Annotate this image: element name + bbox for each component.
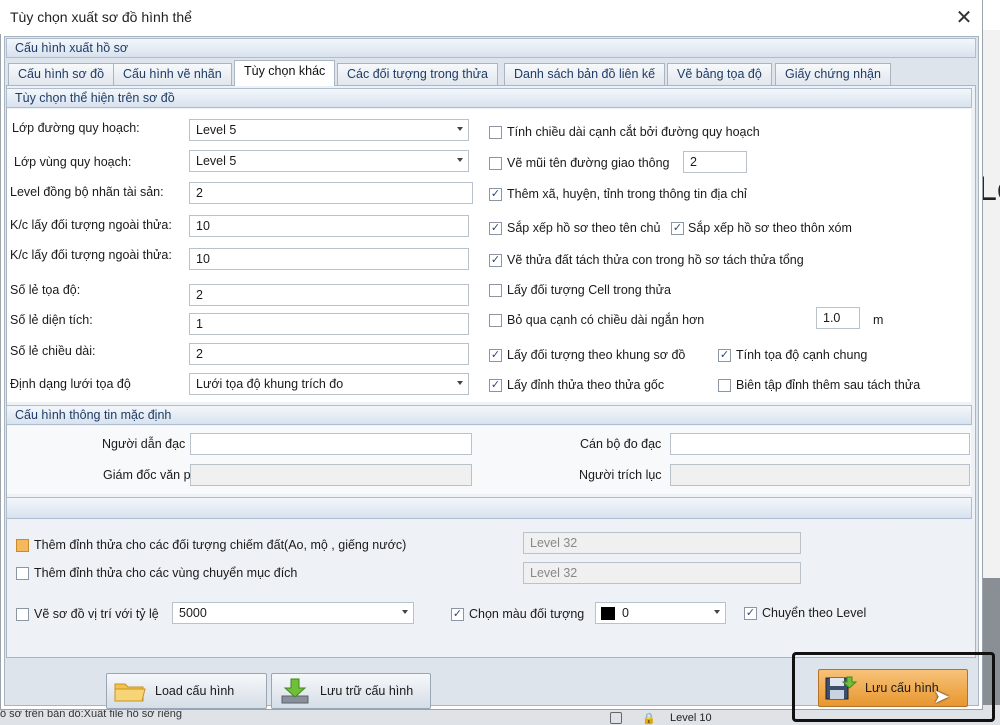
- label-kc-doi-tuong-1: K/c lấy đối tượng ngoài thửa:: [10, 218, 172, 232]
- skip-short-checkbox[interactable]: [489, 314, 502, 327]
- add-address-checkbox[interactable]: [489, 188, 502, 201]
- lop-duong-quy-hoach-select[interactable]: Level 5: [189, 119, 469, 141]
- dialog-title: Tùy chọn xuất sơ đồ hình thể: [10, 9, 192, 25]
- label-so-le-chieu-dai: Số lẻ chiều dài:: [10, 344, 96, 358]
- tab-so-do[interactable]: Cấu hình sơ đồ: [8, 63, 115, 85]
- color-select[interactable]: 0: [595, 602, 726, 624]
- scale-select[interactable]: 5000: [172, 602, 414, 624]
- add-vertex-purpose-label: Thêm đỉnh thửa cho các vùng chuyển mục đ…: [34, 566, 298, 580]
- kc-doi-tuong-2-input[interactable]: 10: [189, 248, 469, 270]
- origin-vertex-label: Lấy đỉnh thửa theo thửa gốc: [507, 378, 665, 392]
- chevron-down-icon: [714, 610, 720, 614]
- section-header-export-config: Cấu hình xuất hồ sơ: [6, 38, 976, 58]
- traffic-arrow-input[interactable]: 2: [683, 151, 747, 173]
- frame-object-label: Lấy đối tượng theo khung sơ đồ: [507, 348, 686, 362]
- add-vertex-occupy-label: Thêm đỉnh thửa cho các đối tượng chiếm đ…: [34, 538, 407, 552]
- dinh-dang-luoi-select[interactable]: Lưới tọa độ khung trích đo: [189, 373, 469, 395]
- label-lop-vung-quy-hoach: Lớp vùng quy hoạch:: [14, 155, 132, 169]
- label-kc-doi-tuong-2: K/c lấy đối tượng ngoài thửa:: [10, 248, 172, 262]
- skip-short-input[interactable]: 1.0: [816, 307, 860, 329]
- save-config-label: Lưu cấu hình: [865, 681, 939, 695]
- edit-vertex-label: Biên tập đỉnh thêm sau tách thửa: [736, 378, 921, 392]
- section-header-default-info: Cấu hình thông tin mặc định: [6, 405, 972, 425]
- sort-village-label: Sắp xếp hồ sơ theo thôn xóm: [688, 221, 852, 235]
- sort-owner-checkbox[interactable]: [489, 222, 502, 235]
- level-dong-bo-input[interactable]: 2: [189, 182, 473, 204]
- layer-icon: [610, 712, 622, 724]
- store-config-button[interactable]: Lưu trữ cấu hình: [271, 673, 431, 709]
- sort-village-checkbox[interactable]: [671, 222, 684, 235]
- close-icon: ✕: [955, 6, 973, 29]
- close-button[interactable]: ✕: [948, 2, 980, 32]
- sort-owner-label: Sắp xếp hồ sơ theo tên chủ: [507, 221, 661, 235]
- edit-vertex-checkbox[interactable]: [718, 379, 731, 392]
- background-level-indicator: 🔒 Level 10: [610, 712, 790, 725]
- cell-object-label: Lấy đối tượng Cell trong thửa: [507, 283, 671, 297]
- add-vertex-occupy-level[interactable]: Level 32: [523, 532, 801, 554]
- section-header-blank: [6, 497, 972, 519]
- tab-ban-do-lien-ke[interactable]: Danh sách bản đồ liên kế: [504, 63, 666, 85]
- traffic-arrow-checkbox[interactable]: [489, 157, 502, 170]
- draw-position-label: Vẽ sơ đồ vị trí với tỷ lệ: [34, 607, 159, 621]
- add-address-label: Thêm xã, huyện, tỉnh trong thông tin địa…: [507, 187, 747, 201]
- label-lop-duong-quy-hoach: Lớp đường quy hoạch:: [12, 121, 140, 135]
- download-icon: [281, 678, 309, 704]
- traffic-arrow-label: Vẽ mũi tên đường giao thông: [507, 156, 670, 170]
- draw-split-checkbox[interactable]: [489, 254, 502, 267]
- so-le-toa-do-input[interactable]: 2: [189, 284, 469, 306]
- origin-vertex-checkbox[interactable]: [489, 379, 502, 392]
- move-level-checkbox[interactable]: [744, 607, 757, 620]
- chevron-down-icon: [457, 158, 463, 162]
- surveyor-input[interactable]: [670, 433, 970, 455]
- skip-short-unit: m: [873, 313, 884, 327]
- common-edge-checkbox[interactable]: [718, 349, 731, 362]
- choose-color-checkbox[interactable]: [451, 608, 464, 621]
- mouse-cursor-icon: ➤: [933, 686, 950, 708]
- guide-label: Người dẫn đạc: [102, 437, 186, 451]
- common-edge-label: Tính tọa độ cạnh chung: [736, 348, 868, 362]
- tab-bang-toa-do[interactable]: Vẽ bảng tọa độ: [667, 63, 772, 85]
- add-vertex-purpose-checkbox[interactable]: [16, 567, 29, 580]
- cell-object-checkbox[interactable]: [489, 284, 502, 297]
- surveyor-label: Cán bộ đo đạc: [580, 437, 662, 451]
- add-vertex-occupy-checkbox[interactable]: [16, 539, 29, 552]
- section-header-display-options: Tùy chọn thể hiện trên sơ đồ: [6, 88, 972, 108]
- add-vertex-purpose-level[interactable]: Level 32: [523, 562, 801, 584]
- skip-short-label: Bỏ qua cạnh có chiều dài ngắn hơn: [507, 313, 705, 327]
- color-swatch-icon: [601, 607, 615, 620]
- move-level-label: Chuyển theo Level: [762, 606, 867, 620]
- load-config-button[interactable]: Load cấu hình: [106, 673, 267, 709]
- lop-vung-quy-hoach-select[interactable]: Level 5: [189, 150, 469, 172]
- director-input[interactable]: [190, 464, 472, 486]
- level-status-text: Level 10: [670, 712, 712, 724]
- label-level-dong-bo: Level đồng bộ nhãn tài sản:: [10, 185, 164, 199]
- tab-giay-chung-nhan[interactable]: Giấy chứng nhận: [775, 63, 891, 85]
- frame-object-checkbox[interactable]: [489, 349, 502, 362]
- cut-edge-label: Tính chiều dài cạnh cắt bởi đường quy ho…: [507, 125, 760, 139]
- draw-split-label: Vẽ thửa đất tách thửa con trong hồ sơ tá…: [507, 253, 804, 267]
- load-config-label: Load cấu hình: [155, 684, 235, 698]
- cut-edge-checkbox[interactable]: [489, 126, 502, 139]
- lock-icon: 🔒: [642, 713, 656, 725]
- folder-icon: [114, 683, 146, 702]
- label-so-le-toa-do: Số lẻ tọa độ:: [10, 283, 81, 297]
- chevron-down-icon: [402, 610, 408, 614]
- label-dinh-dang-luoi: Định dạng lưới tọa độ: [10, 377, 131, 391]
- label-so-le-dien-tich: Số lẻ diện tích:: [10, 313, 93, 327]
- tab-doi-tuong[interactable]: Các đối tượng trong thửa: [337, 63, 498, 85]
- extractor-input[interactable]: [670, 464, 970, 486]
- so-le-dien-tich-input[interactable]: 1: [189, 313, 469, 335]
- save-icon: [825, 676, 857, 700]
- so-le-chieu-dai-input[interactable]: 2: [189, 343, 469, 365]
- chevron-down-icon: [457, 127, 463, 131]
- store-config-label: Lưu trữ cấu hình: [320, 684, 414, 698]
- kc-doi-tuong-1-input[interactable]: 10: [189, 215, 469, 237]
- extractor-label: Người trích lục: [579, 468, 662, 482]
- guide-input[interactable]: [190, 433, 472, 455]
- choose-color-label: Chọn màu đối tượng: [469, 607, 585, 621]
- tab-ve-nhan[interactable]: Cấu hình vẽ nhãn: [113, 63, 232, 85]
- chevron-down-icon: [457, 381, 463, 385]
- draw-position-checkbox[interactable]: [16, 608, 29, 621]
- tab-tuy-chon-khac[interactable]: Tùy chọn khác: [234, 60, 336, 86]
